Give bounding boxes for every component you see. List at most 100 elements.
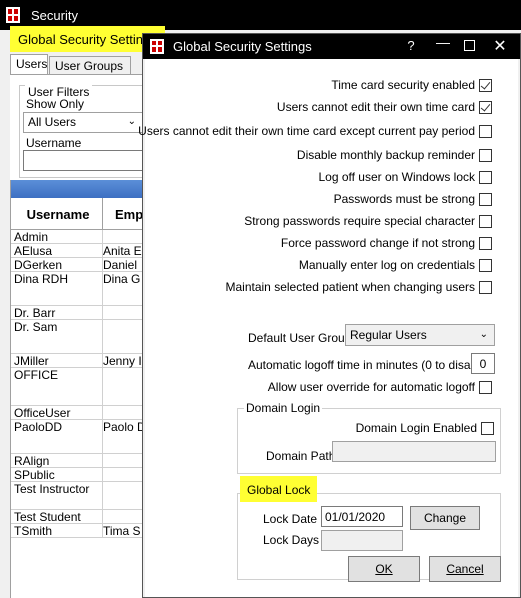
column-separator: [102, 454, 103, 467]
table-row[interactable]: AElusa Anita E: [11, 244, 150, 258]
table-row[interactable]: RAlign: [11, 454, 150, 468]
global-security-settings-dialog: Global Security Settings ? — ✕ Time card…: [138, 33, 521, 598]
tab-users[interactable]: Users: [10, 54, 48, 75]
table-row[interactable]: Dr. Sam: [11, 320, 150, 354]
option-checkbox[interactable]: [479, 170, 492, 184]
table-row[interactable]: OFFICE: [11, 368, 150, 406]
column-separator: [102, 230, 103, 243]
username-cell: JMiller: [14, 354, 49, 368]
allow-override-label: Allow user override for automatic logoff: [267, 380, 475, 394]
option-checkbox[interactable]: [479, 78, 492, 92]
option-checkbox[interactable]: [479, 258, 492, 272]
option-row[interactable]: Log off user on Windows lock: [318, 169, 492, 185]
tab-user-groups[interactable]: User Groups: [49, 56, 131, 74]
username-cell: Admin: [14, 230, 49, 244]
maximize-button[interactable]: [464, 40, 475, 51]
domain-path-label: Domain Path: [266, 449, 336, 463]
column-separator: [102, 198, 103, 230]
app-icon: [150, 39, 164, 54]
option-checkbox[interactable]: [479, 236, 492, 250]
table-row[interactable]: JMiller Jenny I: [11, 354, 150, 368]
table-row[interactable]: DGerken Daniel: [11, 258, 150, 272]
username-cell: Dina RDH: [14, 272, 69, 286]
option-row[interactable]: Users cannot edit their own time card ex…: [138, 123, 492, 139]
default-user-group-select[interactable]: Regular Users ⌄: [345, 324, 495, 346]
domain-login-enabled-row[interactable]: Domain Login Enabled: [356, 421, 494, 435]
username-filter-label: Username: [26, 136, 82, 150]
table-row[interactable]: SPublic: [11, 468, 150, 482]
show-only-select[interactable]: All Users ⌄: [23, 112, 143, 133]
option-row[interactable]: Maintain selected patient when changing …: [225, 279, 492, 295]
username-cell: OFFICE: [14, 368, 58, 382]
option-label: Users cannot edit their own time card: [276, 100, 475, 114]
lock-date-input[interactable]: 01/01/2020: [321, 506, 403, 527]
option-checkbox[interactable]: [479, 100, 492, 114]
username-cell: SPublic: [14, 468, 55, 482]
column-separator: [102, 320, 103, 353]
allow-override-checkbox[interactable]: [479, 380, 492, 394]
username-cell: TSmith: [14, 524, 53, 538]
domain-login-legend: Domain Login: [244, 401, 323, 415]
option-label: Log off user on Windows lock: [318, 170, 475, 184]
column-separator: [102, 368, 103, 405]
option-row[interactable]: Users cannot edit their own time card: [277, 99, 492, 115]
option-row[interactable]: Time card security enabled: [331, 77, 492, 93]
employee-cell: Paolo D: [103, 420, 146, 434]
close-button[interactable]: ✕: [490, 36, 510, 56]
minimize-button[interactable]: —: [433, 34, 453, 50]
option-checkbox[interactable]: [479, 148, 492, 162]
option-row[interactable]: Manually enter log on credentials: [299, 257, 492, 273]
column-header-employee[interactable]: Emp: [115, 207, 143, 222]
domain-path-input[interactable]: [332, 441, 496, 462]
option-checkbox[interactable]: [479, 280, 492, 294]
username-filter-input[interactable]: [23, 150, 143, 171]
global-lock-legend: Global Lock: [240, 476, 318, 502]
username-cell: Test Student: [14, 510, 81, 524]
option-label: Maintain selected patient when changing …: [225, 280, 476, 294]
cancel-button[interactable]: Cancel: [429, 556, 501, 582]
table-row[interactable]: Admin: [11, 230, 150, 244]
option-label: Strong passwords require special charact…: [244, 214, 475, 228]
table-row[interactable]: OfficeUser: [11, 406, 150, 420]
employee-cell: Daniel: [103, 258, 138, 272]
option-checkbox[interactable]: [479, 214, 492, 228]
chevron-down-icon: ⌄: [127, 116, 136, 127]
option-label: Manually enter log on credentials: [298, 258, 475, 272]
employee-cell: Tima S: [103, 524, 141, 538]
option-row[interactable]: Passwords must be strong: [334, 191, 492, 207]
domain-login-enabled-checkbox[interactable]: [481, 421, 494, 435]
employee-cell: Dina G: [103, 272, 141, 286]
table-row[interactable]: Dina RDH Dina G: [11, 272, 150, 306]
allow-override-row[interactable]: Allow user override for automatic logoff: [268, 379, 492, 395]
column-header-username[interactable]: Username: [14, 207, 102, 222]
lock-days-input[interactable]: [321, 530, 403, 551]
option-row[interactable]: Strong passwords require special charact…: [244, 213, 492, 229]
table-row[interactable]: TSmith Tima S: [11, 524, 150, 538]
option-label: Disable monthly backup reminder: [296, 148, 475, 162]
auto-logoff-label: Automatic logoff time in minutes (0 to d…: [248, 358, 494, 372]
auto-logoff-input[interactable]: 0: [471, 353, 495, 374]
option-row[interactable]: Force password change if not strong: [281, 235, 492, 251]
username-cell: Test Instructor: [14, 482, 90, 496]
grid-header: Username Emp: [11, 198, 150, 230]
ok-button[interactable]: OK: [348, 556, 420, 582]
column-separator: [102, 406, 103, 419]
option-row[interactable]: Disable monthly backup reminder: [297, 147, 492, 163]
table-row[interactable]: Test Instructor: [11, 482, 150, 510]
column-separator: [102, 510, 103, 523]
domain-login-enabled-label: Domain Login Enabled: [355, 421, 477, 435]
option-checkbox[interactable]: [479, 124, 492, 138]
chevron-down-icon: ⌄: [479, 329, 488, 340]
grid-body: Admin AElusa Anita E DGerken Daniel Dina RDH D…: [11, 230, 150, 538]
dialog-titlebar: Global Security Settings ? — ✕: [143, 34, 520, 59]
help-button[interactable]: ?: [401, 38, 421, 53]
app-icon: [6, 7, 20, 23]
username-cell: RAlign: [14, 454, 50, 468]
option-checkbox[interactable]: [479, 192, 492, 206]
lock-days-label: Lock Days: [263, 533, 320, 547]
table-row[interactable]: Dr. Barr: [11, 306, 150, 320]
table-row[interactable]: PaoloDD Paolo D: [11, 420, 150, 454]
change-lock-button[interactable]: Change: [410, 506, 480, 530]
users-grid: Username Emp Admin AElusa Anita E DGerken Da…: [10, 180, 150, 598]
table-row[interactable]: Test Student: [11, 510, 150, 524]
